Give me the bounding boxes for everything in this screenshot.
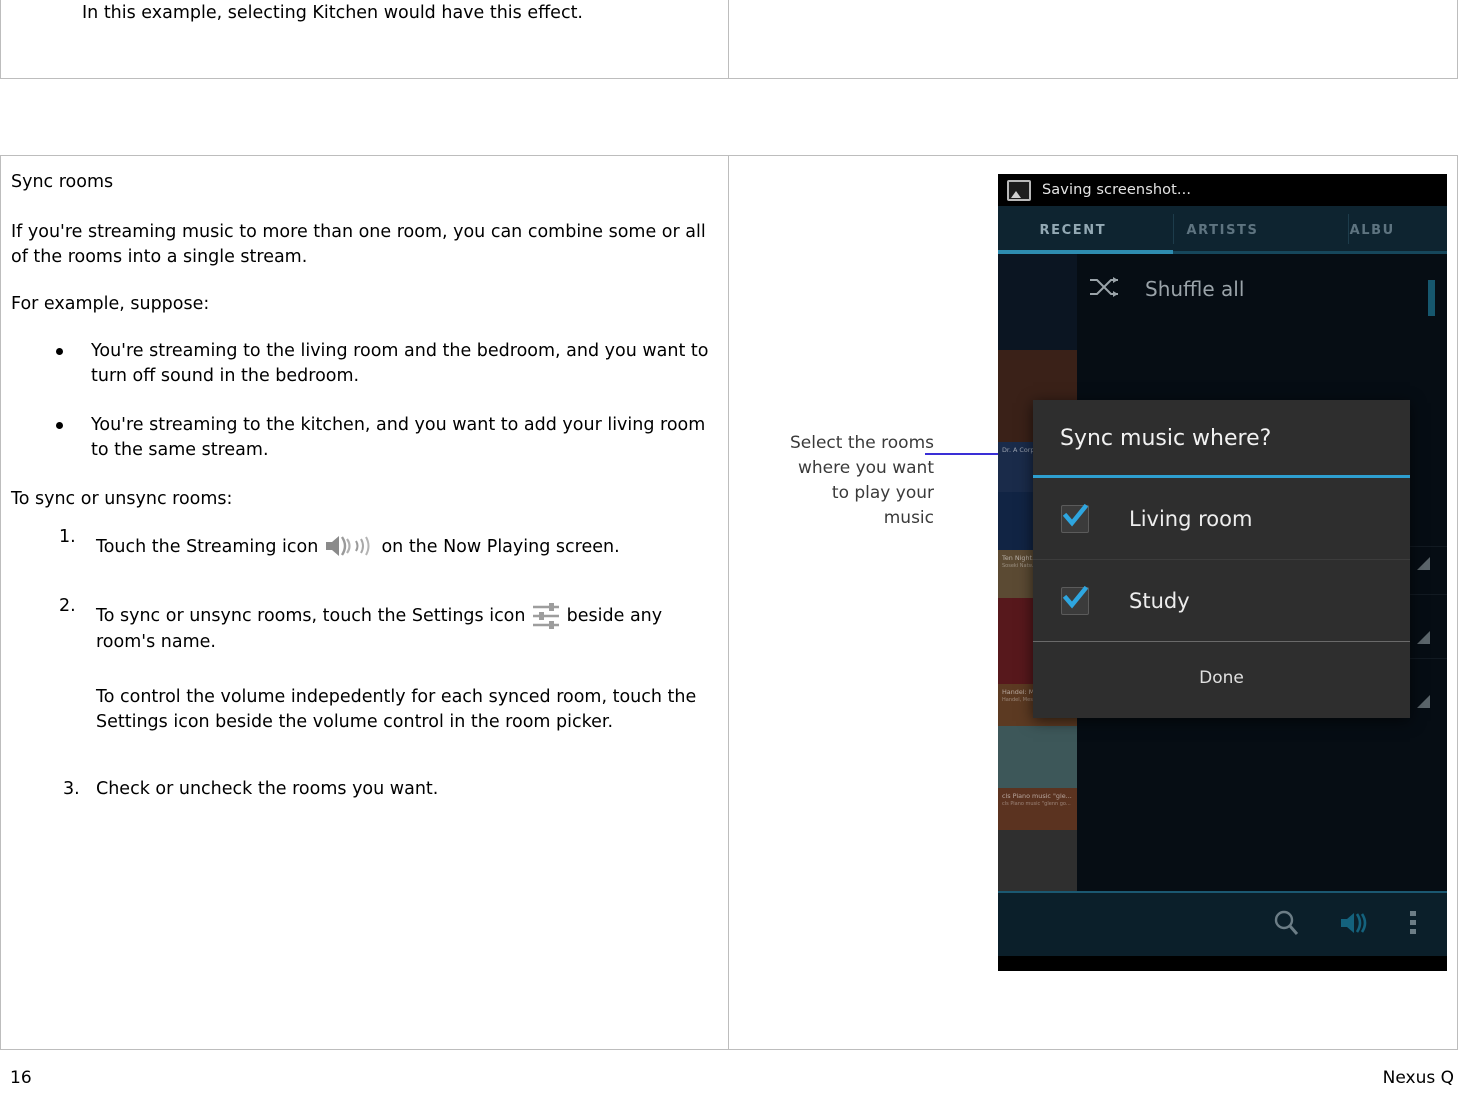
step-text-before: Touch the Streaming icon (96, 537, 319, 557)
list-item: You're streaming to the kitchen, and you… (11, 413, 717, 463)
main-content-table: Sync rooms If you're streaming music to … (0, 155, 1458, 1050)
callout-line-4: music (883, 508, 934, 528)
callout-line-3: to play your (831, 483, 934, 503)
album-art-tile: cls Piano music "gle... cls Piano music … (998, 788, 1077, 830)
bullet-dot-icon (56, 348, 63, 355)
status-bar-text: Saving screenshot... (1042, 182, 1192, 198)
album-art-tile (998, 254, 1077, 350)
step-text-after: on the Now Playing screen. (381, 537, 620, 557)
step-text-before: To sync or unsync rooms, touch the Setti… (96, 606, 526, 626)
tab-albums[interactable]: ALBU (1297, 206, 1447, 254)
page-footer: 16 Nexus Q (0, 1068, 1459, 1098)
list-item: You're streaming to the living room and … (11, 339, 717, 389)
done-button[interactable]: Done (1033, 642, 1410, 718)
status-bar: Saving screenshot... (998, 174, 1447, 206)
top-partial-table: In this example, selecting Kitchen would… (0, 0, 1458, 79)
phone-screenshot: Saving screenshot... RECENT ARTISTS ALBU (998, 174, 1447, 971)
steps-lead: To sync or unsync rooms: (11, 489, 233, 509)
tab-label: RECENT (1039, 222, 1107, 238)
tab-artists[interactable]: ARTISTS (1148, 206, 1298, 254)
shuffle-icon (1089, 276, 1119, 302)
tab-label: ARTISTS (1186, 222, 1259, 238)
callout-annotation: Select the rooms where you want to play … (749, 431, 934, 531)
album-art-tile (998, 726, 1077, 788)
shuffle-all-row[interactable]: Shuffle all (1077, 254, 1447, 324)
step-1: 1. Touch the Streaming icon on the Now P… (11, 527, 717, 560)
callout-line-2: where you want (797, 458, 934, 478)
shuffle-all-label: Shuffle all (1145, 277, 1245, 301)
vertical-scrollbar[interactable] (1428, 280, 1435, 316)
now-playing-corner-icon (1417, 695, 1430, 708)
checkbox-living-room[interactable] (1061, 503, 1089, 533)
dialog-row-label: Living room (1129, 506, 1253, 531)
dialog-row-label: Study (1129, 588, 1190, 613)
tab-bar: RECENT ARTISTS ALBU (998, 206, 1447, 254)
step-number: 2. (59, 596, 76, 616)
library-content: Dr. A Corpu... Ten Night... Soseki Natsu… (998, 254, 1447, 891)
dialog-row-study[interactable]: Study (1033, 560, 1410, 642)
step-2: 2. To sync or unsync rooms, touch the Se… (11, 596, 717, 735)
top-right-cell (729, 0, 1457, 78)
instructions-column: Sync rooms If you're streaming music to … (1, 156, 729, 1049)
page-number: 16 (10, 1068, 32, 1088)
steps-list: 1. Touch the Streaming icon on the Now P… (11, 527, 717, 802)
dialog-row-living-room[interactable]: Living room (1033, 478, 1410, 560)
album-art-label: cls Piano music "gle... (1002, 792, 1072, 800)
tab-separator (1173, 214, 1174, 244)
example-lead: For example, suppose: (11, 294, 210, 314)
now-playing-corner-icon (1417, 631, 1430, 644)
intro-paragraph: If you're streaming music to more than o… (11, 222, 706, 267)
streaming-icon (324, 533, 376, 559)
step-text: Check or uncheck the rooms you want. (96, 779, 439, 799)
settings-sliders-icon (531, 602, 561, 630)
top-sentence: In this example, selecting Kitchen would… (82, 3, 583, 23)
bullet-dot-icon (56, 422, 63, 429)
checkbox-study[interactable] (1061, 585, 1089, 615)
search-icon[interactable] (1271, 908, 1301, 942)
volume-icon[interactable] (1339, 909, 1371, 941)
bullet-text: You're streaming to the kitchen, and you… (91, 415, 706, 460)
sync-music-dialog: Sync music where? Living room Study Done (1033, 400, 1410, 718)
step-number: 3. (63, 779, 80, 799)
dialog-title: Sync music where? (1060, 426, 1272, 451)
step-2-subtext: To control the volume indepedently for e… (96, 687, 697, 732)
now-playing-corner-icon (1417, 557, 1430, 570)
top-left-cell: In this example, selecting Kitchen would… (1, 0, 729, 78)
section-heading: Sync rooms (11, 172, 114, 192)
screenshot-image-icon (1007, 179, 1031, 201)
callout-line-1: Select the rooms (790, 433, 934, 453)
album-art-tile (998, 830, 1077, 891)
step-3: 3. Check or uncheck the rooms you want. (11, 777, 717, 802)
bullet-text: You're streaming to the living room and … (91, 341, 709, 386)
overflow-menu-icon[interactable] (1409, 909, 1417, 941)
tab-recent[interactable]: RECENT (998, 206, 1148, 254)
instructions-body: Sync rooms If you're streaming music to … (11, 170, 717, 802)
footer-product-name: Nexus Q (1382, 1068, 1454, 1088)
tab-label: ALBU (1349, 222, 1395, 238)
tab-separator (1348, 214, 1349, 244)
system-nav-bar (998, 956, 1447, 971)
illustration-column: Select the rooms where you want to play … (729, 156, 1457, 1049)
example-bullet-list: You're streaming to the living room and … (11, 339, 717, 463)
album-art-sub: cls Piano music "glenn go... (1002, 801, 1071, 807)
action-bar (998, 891, 1447, 956)
step-number: 1. (59, 527, 76, 547)
